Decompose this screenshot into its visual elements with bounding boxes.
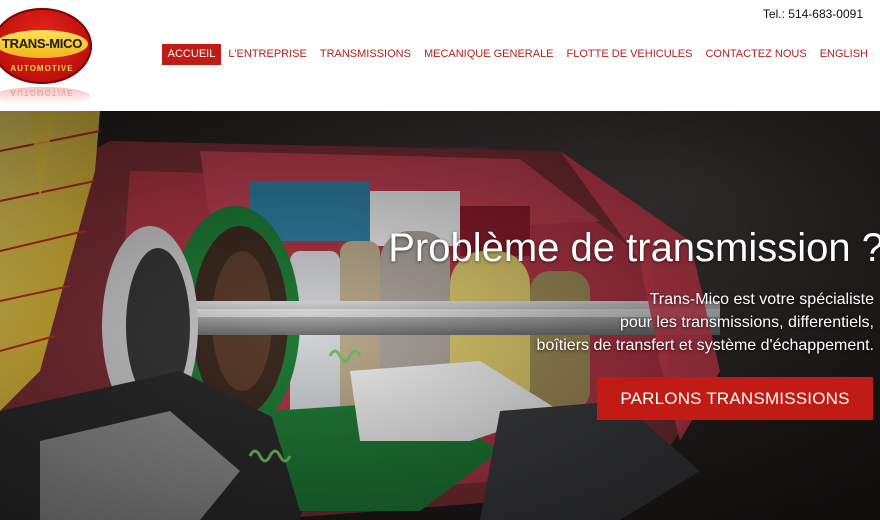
site-header: TRANS-MICO AUTOMOTIVE AUTOMOTIVE Tel.: 5… [0,0,880,111]
hero-text-line-3: boîtiers de transfert et système d'échap… [536,337,874,354]
logo-text: TRANS-MICO [1,36,83,51]
nav-english[interactable]: ENGLISH [814,44,874,65]
hero-title: Problème de transmission ? [388,226,880,270]
trans-mico-logo[interactable]: TRANS-MICO AUTOMOTIVE AUTOMOTIVE [0,8,94,105]
nav-transmissions[interactable]: TRANSMISSIONS [314,44,417,65]
nav-mecanique-generale[interactable]: MECANIQUE GENERALE [418,44,560,65]
hero-banner: Problème de transmission ? Trans-Mico es… [0,111,880,520]
hero-text-line-2: pour les transmissions, differentiels, [619,314,874,331]
nav-contactez-nous[interactable]: CONTACTEZ NOUS [699,44,812,65]
parlons-transmissions-button[interactable]: PARLONS TRANSMISSIONS [597,377,873,420]
nav-accueil[interactable]: ACCUEIL [161,44,222,65]
phone-number: Tel.: 514-683-0091 [762,7,863,21]
nav-flotte-de-vehicules[interactable]: FLOTTE DE VEHICULES [561,44,699,65]
hero-text-line-1: Trans-Mico est votre spécialiste [649,291,874,308]
logo-subtitle: AUTOMOTIVE [10,64,74,73]
nav-entreprise[interactable]: L'ENTREPRISE [222,44,313,65]
logo-reflection-text: AUTOMOTIVE [10,88,74,97]
main-nav: ACCUEIL L'ENTREPRISE TRANSMISSIONS MECAN… [161,44,874,65]
